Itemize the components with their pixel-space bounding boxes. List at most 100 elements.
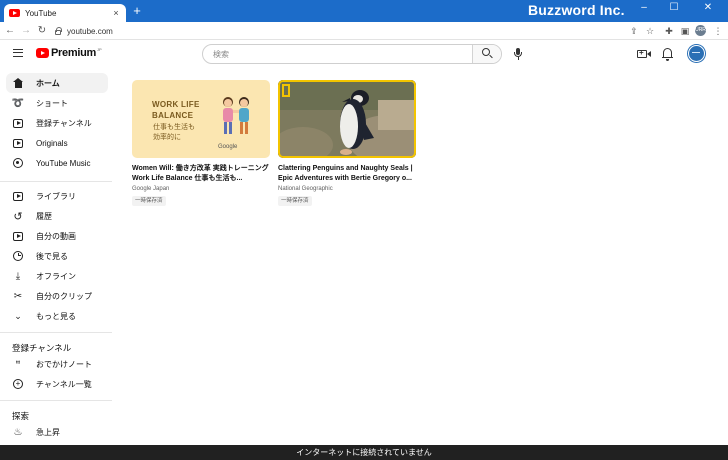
sidebar-divider	[0, 332, 112, 333]
sidebar-item-trending[interactable]: ♨ 急上昇	[6, 422, 108, 442]
new-tab-button[interactable]: +	[130, 4, 144, 18]
minimize-button[interactable]: –	[632, 1, 656, 15]
your-videos-icon	[12, 230, 24, 242]
sidebar-item-label: 履歴	[36, 211, 52, 221]
search-button[interactable]	[472, 45, 501, 63]
side-panel-icon[interactable]: ▣	[679, 25, 691, 37]
chevron-down-icon: ⌄	[14, 310, 22, 321]
people-illustration	[223, 97, 249, 134]
home-icon	[12, 77, 24, 89]
originals-icon	[12, 137, 24, 149]
browser-titlebar: YouTube × + Buzzword Inc. – ☐ ✕	[0, 0, 728, 22]
music-icon	[12, 157, 24, 169]
sidebar-item-label: オフライン	[36, 271, 76, 281]
brand-watermark: Buzzword Inc.	[528, 2, 625, 18]
search-icon	[482, 48, 490, 56]
trending-flame-icon: ♨	[13, 426, 23, 438]
sidebar-item-originals[interactable]: Originals	[6, 133, 108, 153]
sidebar-item-label: チャンネル一覧	[36, 379, 92, 389]
sidebar-item-label: もっと見る	[36, 311, 76, 321]
account-avatar[interactable]	[688, 45, 705, 62]
clips-scissors-icon: ✂	[13, 290, 23, 302]
tab-title: YouTube	[25, 8, 57, 18]
forward-arrow-icon[interactable]: →	[20, 24, 32, 38]
offline-notice: インターネットに接続されていません	[0, 445, 728, 460]
url-text: youtube.com	[67, 26, 113, 36]
sidebar-item-shorts[interactable]: ➰ ショート	[6, 93, 108, 113]
sidebar-item-offline[interactable]: ⤓ オフライン	[6, 266, 108, 286]
subscriptions-heading: 登録チャンネル	[12, 343, 72, 353]
sidebar-item-show-more[interactable]: ⌄ もっと見る	[6, 306, 108, 326]
sidebar-item-subscriptions[interactable]: 登録チャンネル	[6, 113, 108, 133]
thumbnail-title: WORK LIFE BALANCE	[152, 100, 200, 120]
back-arrow-icon[interactable]: ←	[4, 24, 16, 38]
sidebar-item-label: Originals	[36, 138, 68, 148]
lock-icon[interactable]	[55, 27, 62, 35]
reload-icon[interactable]: ↻	[36, 24, 48, 38]
history-icon: ↺	[13, 210, 23, 223]
sidebar-item-watch-later[interactable]: 後で見る	[6, 246, 108, 266]
shorts-icon: ➰	[11, 97, 25, 109]
browser-toolbar: ← → ↻ youtube.com ⇪ ☆ ✚ ▣ URR ⋮	[0, 22, 728, 40]
sidebar-item-home[interactable]: ホーム	[6, 73, 108, 93]
sidebar-item-label: YouTube Music	[36, 158, 91, 168]
search-input[interactable]	[203, 45, 474, 63]
sidebar-divider	[0, 400, 112, 401]
share-icon[interactable]: ⇪	[628, 25, 640, 37]
thumbnail-subtitle: 仕事も生活も 効率的に	[153, 124, 195, 141]
video-title[interactable]: Women Will: 働き方改革 実践トレーニング Work Life Bal…	[132, 164, 270, 184]
channel-avatar-icon: ᵗᵗᵗ	[16, 361, 20, 367]
browser-menu-icon[interactable]: ⋮	[712, 25, 724, 37]
close-window-button[interactable]: ✕	[696, 1, 720, 15]
browser-tab-youtube[interactable]: YouTube ×	[4, 4, 126, 22]
sidebar-item-library[interactable]: ライブラリ	[6, 186, 108, 206]
sidebar-item-channel-list[interactable]: + チャンネル一覧	[6, 374, 108, 394]
download-icon: ⤓	[15, 270, 21, 282]
notifications-bell-icon[interactable]	[661, 47, 675, 61]
sidebar: ホーム ➰ ショート 登録チャンネル Originals YouTube Mus…	[0, 68, 114, 445]
address-bar[interactable]: youtube.com	[55, 24, 615, 38]
penguin-photo	[278, 80, 416, 158]
logo-country-code: JP	[96, 47, 102, 52]
subscriptions-icon	[12, 117, 24, 129]
sidebar-item-label: 自分のクリップ	[36, 291, 92, 301]
bookmark-star-icon[interactable]: ☆	[644, 25, 656, 37]
sidebar-item-label: ショート	[36, 98, 68, 108]
sidebar-item-label: 急上昇	[36, 427, 60, 437]
video-thumbnail[interactable]	[278, 80, 416, 158]
tab-close-icon[interactable]: ×	[111, 8, 121, 18]
logo-text: Premium	[51, 47, 96, 59]
saved-badge: 一時保存済	[132, 196, 166, 206]
extensions-puzzle-icon[interactable]: ✚	[663, 25, 675, 37]
watch-later-icon	[12, 250, 24, 262]
sidebar-item-label: 自分の動画	[36, 231, 76, 241]
create-video-icon[interactable]	[637, 47, 651, 61]
browser-profile-avatar[interactable]: URR	[695, 25, 706, 36]
channel-name[interactable]: National Geographic	[278, 186, 333, 192]
search-box	[202, 44, 502, 64]
hamburger-menu-icon[interactable]	[13, 49, 23, 57]
sidebar-item-channel[interactable]: ᵗᵗᵗ おでかけノート	[6, 354, 108, 374]
video-title[interactable]: Clattering Penguins and Naughty Seals | …	[278, 164, 416, 184]
national-geographic-logo	[282, 84, 290, 97]
youtube-play-icon	[36, 48, 49, 58]
library-icon	[12, 190, 24, 202]
sidebar-item-label: おでかけノート	[36, 359, 92, 369]
sidebar-item-clips[interactable]: ✂ 自分のクリップ	[6, 286, 108, 306]
sidebar-item-youtube-music[interactable]: YouTube Music	[6, 153, 108, 173]
video-thumbnail[interactable]: WORK LIFE BALANCE 仕事も生活も 効率的に Google	[132, 80, 270, 158]
thumbnail-brand: Google	[218, 144, 238, 150]
sidebar-item-label: 後で見る	[36, 251, 68, 261]
sidebar-item-label: ホーム	[36, 78, 60, 88]
channel-name[interactable]: Google Japan	[132, 186, 169, 192]
sidebar-item-label: 登録チャンネル	[36, 118, 92, 128]
saved-badge: 一時保存済	[278, 196, 312, 206]
maximize-button[interactable]: ☐	[662, 1, 686, 15]
sidebar-item-history[interactable]: ↺ 履歴	[6, 206, 108, 226]
add-circle-icon: +	[12, 378, 24, 390]
sidebar-item-your-videos[interactable]: 自分の動画	[6, 226, 108, 246]
explore-heading: 探索	[12, 411, 30, 421]
voice-search-mic-icon[interactable]	[512, 48, 524, 60]
sidebar-divider	[0, 181, 112, 182]
youtube-premium-logo[interactable]: Premium JP	[36, 47, 102, 59]
